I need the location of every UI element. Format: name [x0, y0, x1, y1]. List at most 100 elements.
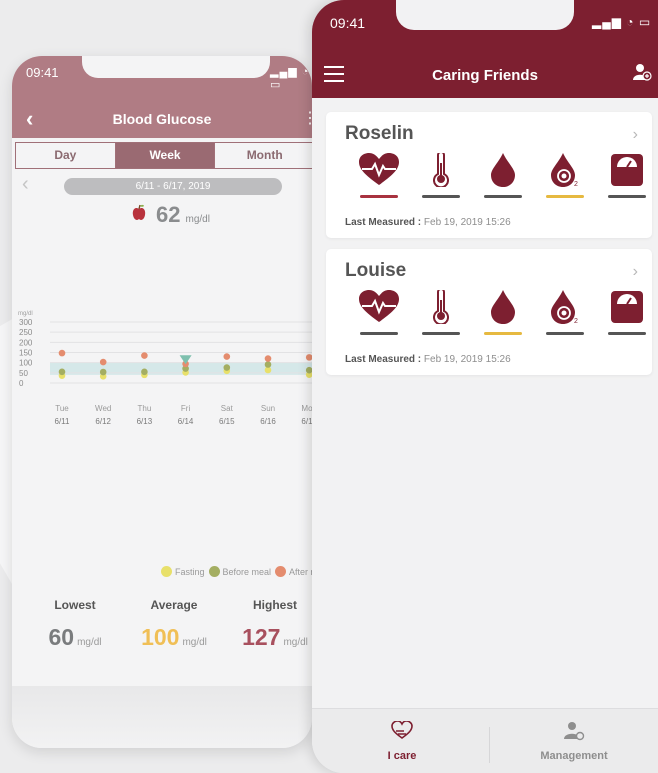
x-tick-date: 6/11	[55, 417, 71, 426]
friend-name: Louise	[345, 260, 407, 281]
after-meal-point	[141, 352, 148, 359]
legend-swatch-before-meal	[208, 566, 220, 577]
previous-period-button[interactable]: ‹	[22, 173, 29, 196]
tab-label: Management	[540, 750, 608, 762]
heart-hand-icon	[391, 720, 413, 739]
vital-icons: 2	[348, 290, 658, 335]
caring-friends-screen: 09:41 ▂▄▆ ◔ ▭ Caring Friends Roselin › 2…	[312, 0, 658, 773]
bottom-tab-bar: I care Management	[312, 708, 658, 773]
after-meal-point	[99, 358, 107, 366]
tab-day[interactable]: Day	[16, 143, 115, 168]
last-measured-value: Feb 19, 2019 15:26	[423, 354, 511, 365]
x-tick-day: Fri	[181, 404, 191, 413]
before-meal-point	[141, 368, 148, 376]
thermometer-icon	[433, 153, 449, 187]
stat-unit: mg/dl	[77, 637, 102, 648]
apple-icon	[132, 204, 146, 220]
oxygen-drop-icon: 2	[551, 290, 578, 324]
legend-label-before-meal: Before meal	[222, 566, 272, 577]
page-title: Blood Glucose	[112, 111, 212, 127]
status-bar	[484, 195, 522, 198]
stat-unit: mg/dl	[182, 637, 207, 648]
more-icon[interactable]: ⋮	[302, 108, 312, 128]
reading-unit: mg/dl	[185, 214, 210, 225]
heart-rate-icon	[359, 290, 399, 322]
page-title: Caring Friends	[432, 67, 538, 84]
after-meal-point	[58, 349, 66, 357]
tab-divider	[489, 727, 490, 763]
chevron-right-icon: ›	[632, 263, 638, 280]
y-tick-label: 250	[19, 328, 33, 337]
y-tick-label: 150	[19, 349, 33, 358]
thermometer-icon	[433, 290, 449, 324]
status-icons: ▂▄▆ ◔ ▭	[592, 15, 652, 29]
y-tick-label: 50	[19, 369, 28, 378]
blood-glucose-screen: 09:41 ▂▄▆ ◔ ▭ ‹ Blood Glucose ⋮ Day Week…	[12, 56, 312, 748]
stat-value: 60	[48, 624, 75, 650]
blood-drop-icon	[491, 153, 515, 187]
add-friend-icon[interactable]	[632, 62, 652, 82]
last-measured-label: Last Measured :	[345, 354, 422, 365]
tab-month[interactable]: Month	[214, 143, 312, 168]
status-time: 09:41	[26, 65, 59, 80]
status-icons: ▂▄▆ ◔ ▭	[270, 66, 310, 91]
svg-text:2: 2	[574, 181, 578, 187]
last-measured-label: Last Measured :	[345, 217, 422, 228]
status-bar	[546, 195, 584, 198]
y-tick-label: 100	[19, 359, 33, 368]
before-meal-point	[99, 368, 107, 376]
status-bar	[422, 195, 460, 198]
x-tick-day: Thu	[138, 404, 152, 413]
status-bar	[360, 195, 398, 198]
stat-average: Average 100 mg/dl	[119, 598, 229, 651]
weight-scale-icon	[611, 291, 643, 323]
tab-i-care[interactable]: I care	[372, 720, 432, 762]
status-bar	[484, 332, 522, 335]
x-tick-date: 6/13	[137, 417, 153, 426]
legend-label-fasting: Fasting	[175, 566, 205, 577]
x-tick-day: Sat	[221, 404, 234, 413]
chart-legend: Fasting Before meal After me	[157, 566, 312, 577]
before-meal-point	[264, 361, 272, 368]
y-tick-label: 200	[19, 338, 33, 347]
stat-unit: mg/dl	[283, 637, 308, 648]
friend-card[interactable]: Louise › 2 Last Measured : Feb 19, 2019 …	[326, 249, 652, 375]
status-time: 09:41	[330, 15, 366, 31]
x-tick-date: 6/15	[219, 417, 235, 426]
blood-drop-icon	[491, 290, 515, 324]
before-meal-point	[58, 368, 66, 376]
reading-value: 62	[156, 202, 181, 227]
last-measured: Last Measured : Feb 19, 2019 15:26	[345, 217, 511, 228]
friend-name: Roselin	[345, 123, 414, 144]
stat-label: Highest	[252, 598, 297, 612]
heart-rate-icon	[359, 153, 399, 185]
x-tick-date: 6/16	[260, 417, 276, 426]
after-meal-point	[223, 353, 231, 360]
y-tick-label: 300	[19, 318, 33, 327]
tab-label: I care	[387, 750, 417, 762]
y-tick-label: 0	[19, 379, 24, 388]
x-tick-date: 6/12	[95, 417, 111, 426]
bottom-area	[12, 686, 312, 748]
x-tick-day: Wed	[95, 404, 111, 413]
phone-notch	[82, 56, 270, 78]
last-measured: Last Measured : Feb 19, 2019 15:26	[345, 354, 511, 365]
stat-label: Average	[150, 598, 198, 612]
legend-swatch-fasting	[161, 566, 172, 577]
date-range: 6/11 - 6/17, 2019	[64, 178, 282, 195]
x-tick-date: 6/14	[178, 417, 194, 426]
y-axis-unit: mg/dl	[18, 311, 33, 317]
tab-week[interactable]: Week	[114, 143, 215, 168]
tab-management[interactable]: Management	[534, 721, 614, 762]
period-segmented-control: Day Week Month	[15, 142, 312, 169]
vital-icons: 2	[348, 153, 658, 198]
svg-text:2: 2	[574, 318, 578, 324]
stat-label: Lowest	[54, 598, 96, 612]
status-bar	[608, 195, 646, 198]
status-bar	[546, 332, 584, 335]
x-tick-date: 6/17	[301, 417, 312, 426]
phone-notch	[396, 0, 574, 30]
friend-card[interactable]: Roselin › 2 Last Measured : Feb 19, 2019…	[326, 112, 652, 238]
x-tick-day: Sun	[261, 404, 275, 413]
x-tick-day: Mon	[301, 404, 312, 413]
